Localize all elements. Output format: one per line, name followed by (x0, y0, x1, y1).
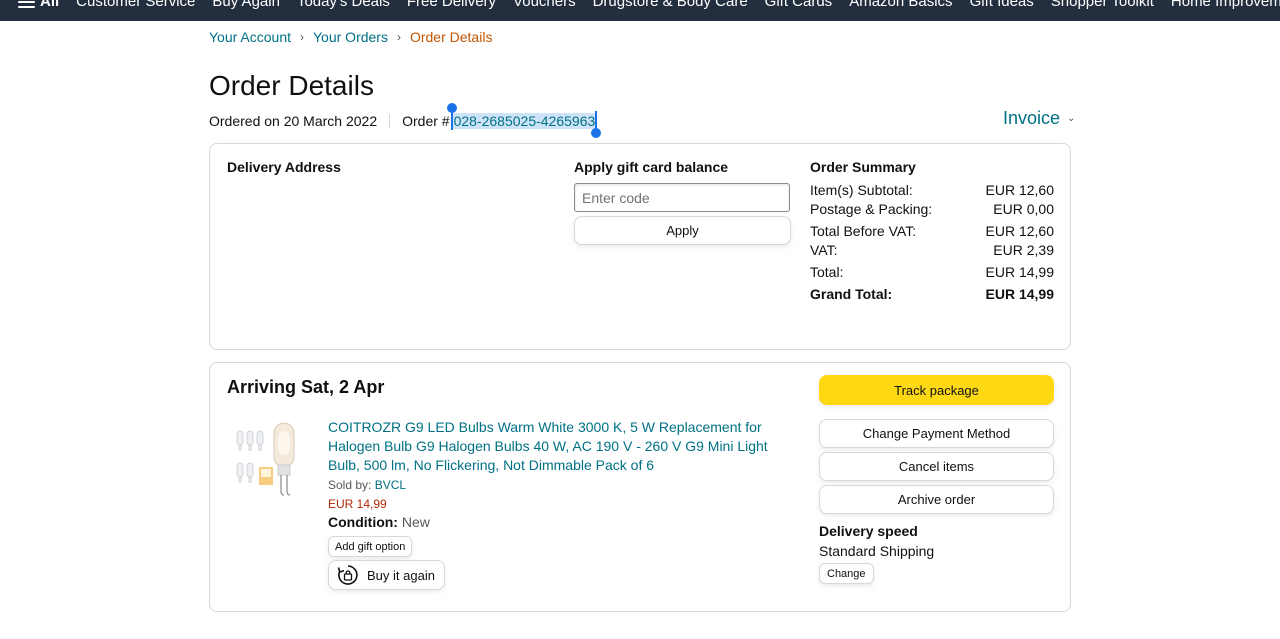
summary-row-subtotal: Item(s) Subtotal: EUR 12,60 (810, 181, 1054, 200)
change-delivery-speed-button[interactable]: Change (819, 563, 874, 584)
invoice-label: Invoice (1003, 108, 1061, 128)
breadcrumb-order-details: Order Details (409, 29, 493, 45)
delivery-speed-value: Standard Shipping (819, 543, 935, 559)
arriving-date: Arriving Sat, 2 Apr (227, 377, 385, 397)
summary-row-vat: VAT: EUR 2,39 (810, 241, 1054, 260)
page-title: Order Details (209, 70, 374, 101)
hamburger-menu-icon (18, 0, 35, 8)
cancel-items-button[interactable]: Cancel items (819, 452, 1054, 481)
nav-all-menu[interactable]: All (18, 0, 59, 10)
sold-by: Sold by: BVCL (328, 478, 406, 492)
summary-value: EUR 14,99 (985, 264, 1054, 280)
breadcrumb-your-orders[interactable]: Your Orders (313, 29, 388, 45)
delivery-speed-title: Delivery speed (819, 523, 918, 539)
breadcrumb-separator: › (300, 30, 304, 44)
add-gift-option-button[interactable]: Add gift option (328, 536, 413, 557)
summary-row-postage: Postage & Packing: EUR 0,00 (810, 200, 1054, 219)
nav-item-amazon-basics[interactable]: Amazon Basics (849, 0, 952, 10)
breadcrumb-separator: › (396, 30, 401, 44)
chevron-down-icon: ⌄ (1067, 113, 1076, 124)
summary-value: EUR 12,60 (985, 223, 1054, 239)
top-nav-bar: All Customer Service Buy Again Today's D… (0, 0, 1280, 21)
change-payment-method-button[interactable]: Change Payment Method (819, 419, 1054, 448)
buy-again-icon (337, 565, 358, 585)
nav-item-vouchers[interactable]: Vouchers (513, 0, 576, 10)
selection-end-handle[interactable] (591, 128, 602, 138)
nav-all-label: All (40, 0, 60, 10)
meta-divider (389, 114, 391, 128)
summary-value: EUR 0,00 (993, 201, 1054, 217)
nav-item-buy-again[interactable]: Buy Again (212, 0, 280, 10)
summary-row-grand-total: Grand Total: EUR 14,99 (810, 285, 1054, 304)
breadcrumb: Your Account › Your Orders › Order Detai… (209, 29, 492, 45)
breadcrumb-your-account[interactable]: Your Account (209, 29, 291, 45)
nav-item-gift-cards[interactable]: Gift Cards (765, 0, 833, 10)
nav-item-home-improvement[interactable]: Home Improvement (1171, 0, 1280, 10)
archive-order-button[interactable]: Archive order (819, 485, 1054, 514)
nav-items: Customer Service Buy Again Today's Deals… (76, 0, 1280, 10)
seller-link[interactable]: BVCL (375, 478, 406, 492)
product-image[interactable] (234, 421, 312, 501)
delivery-address-title: Delivery Address (227, 159, 341, 175)
buy-it-again-label: Buy it again (367, 567, 435, 583)
summary-value: EUR 14,99 (985, 286, 1054, 302)
nav-item-free-delivery[interactable]: Free Delivery (407, 0, 496, 10)
sold-by-label: Sold by: (328, 478, 372, 492)
gift-card-title: Apply gift card balance (574, 159, 729, 175)
summary-label: Total: (810, 264, 844, 280)
selection-start-handle[interactable] (446, 103, 457, 113)
nav-item-todays-deals[interactable]: Today's Deals (297, 0, 390, 10)
summary-label: Total Before VAT: (810, 223, 917, 239)
summary-row-before-vat: Total Before VAT: EUR 12,60 (810, 222, 1054, 241)
summary-label: Item(s) Subtotal: (810, 182, 913, 198)
nav-item-gift-ideas[interactable]: Gift Ideas (970, 0, 1034, 10)
order-meta: Ordered on 20 March 2022 Order # 028-268… (209, 103, 602, 138)
buy-it-again-button[interactable]: Buy it again (328, 560, 445, 590)
nav-item-customer-service[interactable]: Customer Service (76, 0, 195, 10)
order-number-label: Order # (402, 113, 450, 129)
summary-value: EUR 12,60 (985, 182, 1054, 198)
condition-value: New (401, 514, 430, 530)
item-condition: Condition: New (328, 514, 430, 530)
summary-label: Postage & Packing: (810, 201, 933, 217)
shipment-actions: Track package Change Payment Method Canc… (819, 375, 1055, 584)
ordered-on-date: Ordered on 20 March 2022 (209, 113, 378, 129)
summary-row-total: Total: EUR 14,99 (810, 263, 1054, 282)
shipment-box: Arriving Sat, 2 Apr COITROZR G9 LED Bulb… (209, 362, 1071, 612)
summary-label: Grand Total: (810, 286, 893, 302)
summary-label: VAT: (810, 242, 838, 258)
order-id-selected-text[interactable]: 028-2685025-4265963 (446, 103, 602, 138)
nav-item-drugstore[interactable]: Drugstore & Body Care (593, 0, 748, 10)
condition-label: Condition: (328, 514, 398, 530)
order-id-value: 028-2685025-4265963 (453, 113, 596, 129)
nav-item-shopper-toolkit[interactable]: Shopper Toolkit (1051, 0, 1154, 10)
product-title-link[interactable]: COITROZR G9 LED Bulbs Warm White 3000 K,… (328, 418, 798, 475)
apply-gift-card-button[interactable]: Apply (574, 216, 791, 245)
track-package-button[interactable]: Track package (819, 375, 1054, 405)
item-price: EUR 14,99 (328, 497, 387, 511)
gift-code-input[interactable] (574, 183, 790, 212)
order-summary: Item(s) Subtotal: EUR 12,60 Postage & Pa… (810, 181, 1054, 304)
summary-value: EUR 2,39 (993, 242, 1054, 258)
order-summary-title: Order Summary (810, 159, 916, 175)
order-info-box: Delivery Address Apply gift card balance… (209, 143, 1071, 350)
invoice-dropdown[interactable]: Invoice ⌄ (1003, 108, 1075, 129)
